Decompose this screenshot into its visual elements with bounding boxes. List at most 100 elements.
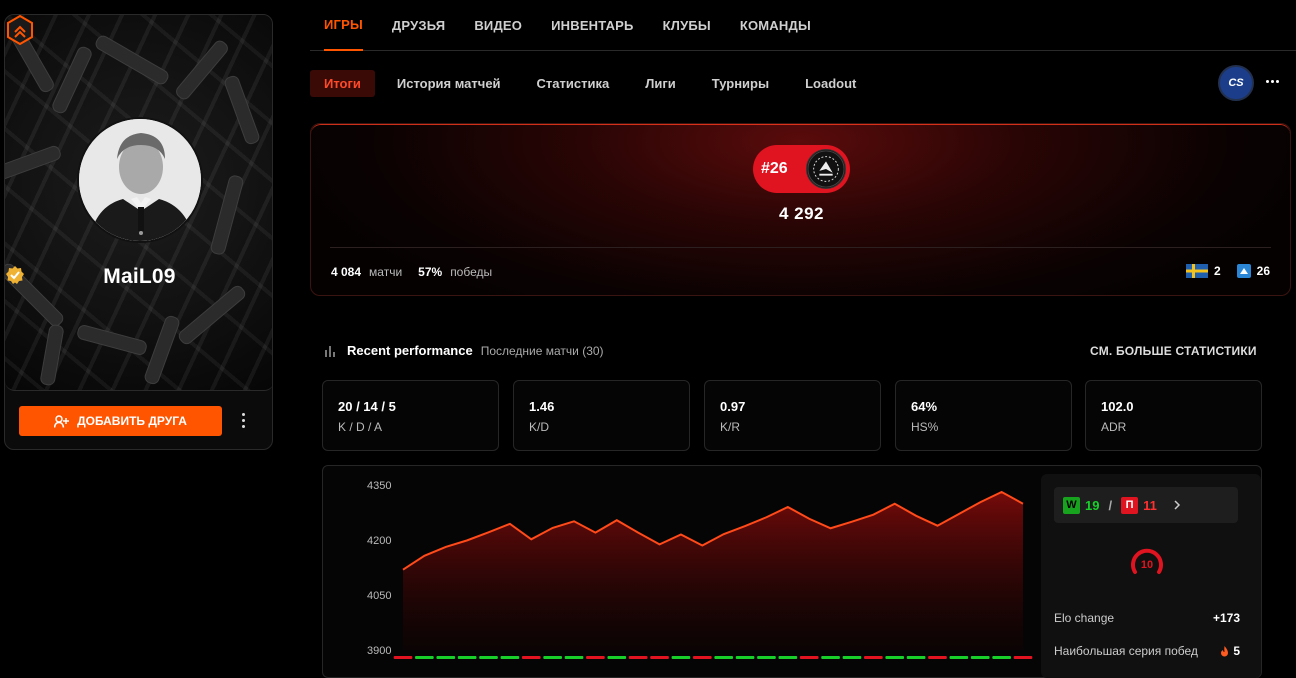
elo-change-value: +173 [1212, 611, 1240, 625]
stat-label: K/D [529, 420, 550, 434]
loss-result-marker[interactable] [864, 656, 883, 659]
see-more-stats-link[interactable]: СМ. БОЛЬШЕ СТАТИСТИКИ [1090, 344, 1257, 358]
more-options-icon[interactable] [1266, 80, 1279, 83]
loss-result-marker[interactable] [628, 656, 648, 659]
win-streak-row: Наибольшая серия побед 5 [1054, 644, 1240, 658]
win-result-marker[interactable] [970, 656, 990, 659]
stat-card-hs: 64% HS% [895, 380, 1072, 451]
matches-label: матчи [369, 265, 403, 279]
profile-card: MaiL09 ДОБАВИТЬ ДРУГА [4, 14, 273, 450]
win-result-marker[interactable] [885, 656, 905, 659]
elo-value: 4 292 [778, 204, 825, 223]
loss-result-marker[interactable] [799, 656, 819, 659]
add-friend-button[interactable]: ДОБАВИТЬ ДРУГА [19, 406, 222, 436]
elo-change-row: Elo change +173 [1054, 611, 1240, 625]
win-result-marker[interactable] [757, 656, 776, 659]
loss-result-marker[interactable] [521, 656, 541, 659]
win-result-marker[interactable] [671, 656, 691, 659]
performance-subtitle: Последние матчи (30) [480, 343, 604, 358]
win-result-marker[interactable] [543, 656, 562, 659]
verified-icon [6, 266, 24, 284]
stat-value: 0.97 [720, 399, 746, 414]
tab-clubs[interactable]: КЛУБЫ [663, 0, 711, 51]
fire-icon [1221, 645, 1229, 656]
username: MaiL09 [103, 265, 176, 288]
win-badge: W [1063, 496, 1080, 514]
tab-inventory[interactable]: ИНВЕНТАРЬ [551, 0, 634, 51]
win-result-marker[interactable] [607, 656, 627, 659]
performance-title: Recent performance [347, 343, 473, 358]
win-result-marker[interactable] [778, 656, 798, 659]
subtab-overview[interactable]: Итоги [310, 69, 375, 97]
country-rank: 2 [1213, 264, 1221, 278]
rank-badge[interactable]: #26 [753, 145, 850, 193]
elo-panel: #26 4 292 4 084 матчи 57% победы 2 26 [310, 123, 1291, 296]
elo-change-label: Elo change [1054, 611, 1115, 625]
tab-video[interactable]: ВИДЕО [474, 0, 522, 51]
rank-position: #26 [761, 160, 788, 177]
avatar-photo [79, 119, 201, 241]
skill-level-icon: 10 [1131, 548, 1163, 574]
challenger-rank-icon [806, 149, 846, 189]
elo-area [403, 491, 1023, 650]
divider [330, 247, 1271, 248]
bar-chart-icon [325, 345, 335, 357]
stat-value: 64% [911, 399, 938, 414]
subtab-tournaments[interactable]: Турниры [698, 70, 783, 97]
loss-result-marker[interactable] [692, 656, 712, 659]
win-result-marker[interactable] [436, 656, 456, 659]
subtab-statistics[interactable]: Статистика [523, 70, 624, 97]
stat-value: 20 / 14 / 5 [338, 399, 396, 414]
win-result-marker[interactable] [842, 656, 862, 659]
results-summary-panel: W 19 / П 11 10 Elo change +173 Наибольша… [1041, 474, 1261, 678]
win-result-marker[interactable] [949, 656, 969, 659]
stat-label: K / D / A [338, 420, 383, 434]
win-result-marker[interactable] [457, 656, 477, 659]
tab-friends[interactable]: ДРУЗЬЯ [392, 0, 445, 51]
add-user-icon [54, 414, 70, 428]
subtab-match-history[interactable]: История матчей [383, 70, 515, 97]
win-loss-box[interactable]: W 19 / П 11 [1054, 487, 1238, 523]
elo-chart[interactable]: 4350 4200 4050 3900 [323, 466, 1038, 678]
stat-label: ADR [1101, 420, 1127, 434]
skill-level-value: 10 [1141, 559, 1153, 571]
game-selector-cs-icon[interactable]: CS [1218, 65, 1254, 101]
y-tick-label: 3900 [367, 645, 391, 657]
loss-result-marker[interactable] [650, 656, 669, 659]
sub-nav: Итоги История матчей Статистика Лиги Тур… [310, 69, 878, 97]
win-result-marker[interactable] [821, 656, 840, 659]
elo-stats: 4 084 матчи 57% победы [331, 265, 492, 279]
loss-result-marker[interactable] [586, 656, 605, 659]
tab-games[interactable]: ИГРЫ [324, 0, 363, 51]
subtab-loadout[interactable]: Loadout [791, 70, 870, 97]
loss-result-marker[interactable] [393, 656, 413, 659]
stat-card-kda: 20 / 14 / 5 K / D / A [322, 380, 499, 451]
win-result-marker[interactable] [735, 656, 755, 659]
win-result-marker[interactable] [906, 656, 926, 659]
y-tick-label: 4200 [367, 535, 391, 547]
win-result-marker[interactable] [415, 656, 434, 659]
stat-value: 102.0 [1101, 399, 1134, 414]
profile-background: MaiL09 [5, 15, 272, 391]
avatar[interactable] [77, 117, 203, 243]
win-result-marker[interactable] [992, 656, 1011, 659]
wl-separator: / [1108, 497, 1113, 513]
loss-result-marker[interactable] [1013, 656, 1033, 659]
profile-options-icon[interactable] [237, 411, 249, 431]
matches-count: 4 084 [331, 265, 362, 279]
stat-value: 1.46 [529, 399, 555, 414]
loss-result-marker[interactable] [928, 656, 947, 659]
win-streak-label: Наибольшая серия побед [1054, 644, 1198, 658]
win-result-marker[interactable] [500, 656, 520, 659]
sweden-flag-icon[interactable] [1185, 264, 1208, 278]
subtab-leagues[interactable]: Лиги [631, 70, 690, 97]
win-rate-label: победы [450, 265, 493, 279]
win-result-marker[interactable] [479, 656, 498, 659]
win-result-marker[interactable] [564, 656, 584, 659]
game-logo-text: CS [1228, 77, 1244, 89]
loss-badge: П [1121, 496, 1139, 514]
add-friend-label: ДОБАВИТЬ ДРУГА [77, 414, 187, 428]
tab-teams[interactable]: КОМАНДЫ [740, 0, 811, 51]
region-icon[interactable] [1236, 264, 1251, 278]
win-result-marker[interactable] [714, 656, 734, 659]
